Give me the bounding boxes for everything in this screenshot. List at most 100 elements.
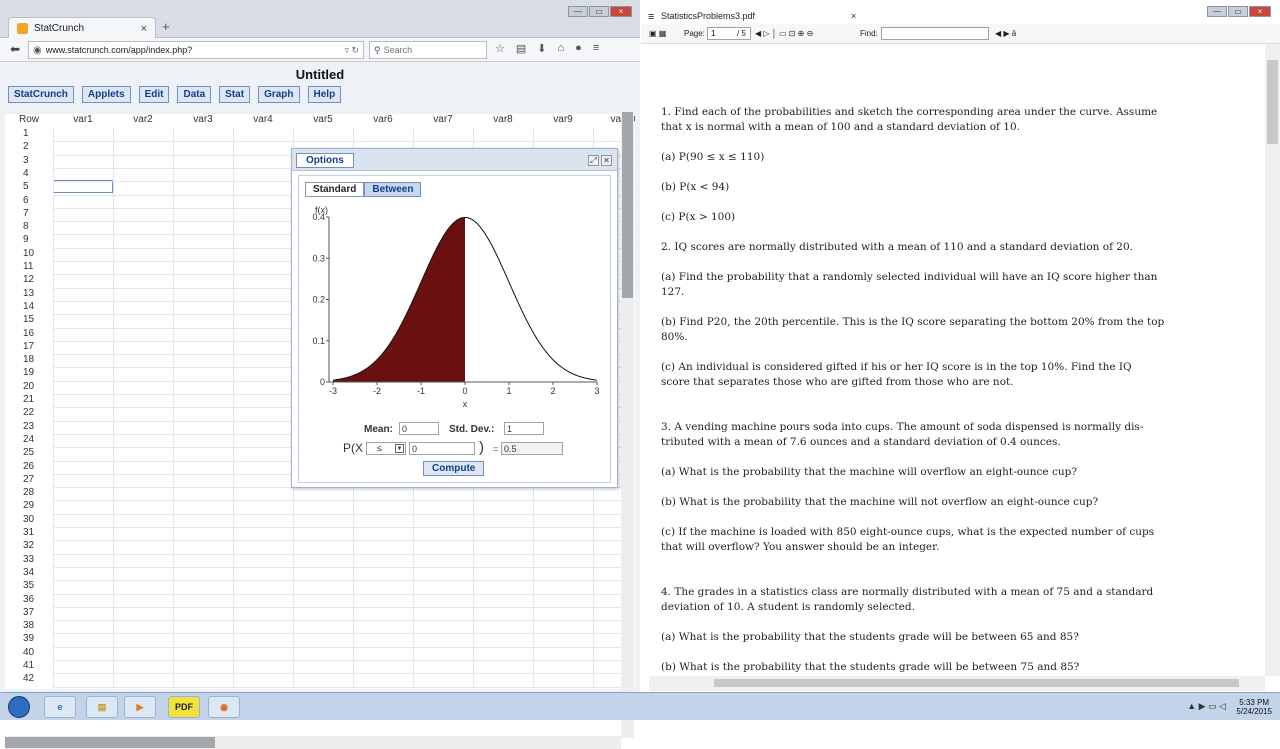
firefox-icon[interactable]: ◉ [208,696,240,718]
expand-icon[interactable]: ⤢ [588,155,599,166]
search-input[interactable] [383,45,474,55]
y-axis-label: f(x) [315,205,328,215]
reading-list-icon[interactable]: ▤ [516,42,526,55]
x-axis-label: x [463,399,468,409]
statcrunch-favicon-icon [17,23,28,34]
pdf-text-line: (b) Find P20, the 20th percentile. This … [661,316,1165,328]
menu-icon[interactable]: ≡ [593,42,599,55]
grid-row-line [53,527,635,528]
column-header[interactable]: var1 [53,114,113,128]
row-number: 14 [23,300,35,312]
column-header[interactable]: var9 [533,114,593,128]
bookmark-star-icon[interactable]: ☆ [495,42,505,55]
std-dev-input[interactable] [504,422,544,435]
row-number: 17 [23,340,35,352]
pdf-close-window-icon[interactable]: × [1249,6,1271,17]
dropdown-arrow-icon[interactable]: ▼ [395,444,404,453]
pdf-text-line: 4. The grades in a statistics class are … [661,586,1154,598]
row-number: 6 [23,194,29,206]
menu-graph[interactable]: Graph [258,86,300,103]
home-icon[interactable]: ⌂ [558,42,565,55]
dialog-titlebar[interactable]: Options ⤢ ✕ [292,149,617,171]
pdf-vertical-scrollbar[interactable] [1265,44,1280,676]
mean-input[interactable] [399,422,439,435]
x-tick-label: 1 [506,386,511,396]
pdf-tab-title[interactable]: StatisticsProblems3.pdf [661,11,755,21]
column-header[interactable]: var6 [353,114,413,128]
row-number: 35 [23,580,35,592]
row-number: 32 [23,540,35,552]
pdf-minimize-icon[interactable]: — [1207,6,1227,17]
pdf-maximize-icon[interactable]: ▭ [1228,6,1248,17]
column-header[interactable]: var8 [473,114,533,128]
internet-explorer-icon[interactable]: e [44,696,76,718]
close-dialog-icon[interactable]: ✕ [601,155,612,166]
page-nav-icon[interactable]: ◀ ▷ │ ▭ ⊡ ⊕ ⊖ [755,29,813,38]
dialog-title[interactable]: Options [296,153,354,168]
reload-icon[interactable]: ▿ ↻ [344,45,359,56]
column-header[interactable]: var4 [233,114,293,128]
row-number: 2 [23,141,29,153]
pdf-text-line: (c) An individual is considered gifted i… [661,361,1132,373]
column-header[interactable]: var3 [173,114,233,128]
pdf-text-line: 2. IQ scores are normally distributed wi… [661,241,1133,253]
grid-row-line [53,620,635,622]
pdf-reader-icon[interactable]: PDF [168,696,200,718]
grid-row-line [53,553,635,555]
menu-edit[interactable]: Edit [138,86,170,103]
new-tab-icon[interactable]: + [162,19,170,34]
column-header[interactable]: var7 [413,114,473,128]
y-tick-label: 0.1 [312,336,325,346]
app-menu-bar: StatCrunch Applets Edit Data Stat Graph … [8,86,342,103]
url-text: www.statcrunch.com/app/index.php? [45,45,193,55]
compute-button[interactable]: Compute [423,461,485,476]
menu-data[interactable]: Data [177,86,212,103]
menu-applets[interactable]: Applets [81,86,131,103]
search-icon: ⚲ [374,44,381,55]
maximize-icon[interactable]: ▭ [589,6,609,17]
row-number: 19 [23,367,35,379]
file-explorer-icon[interactable]: ▤ [86,696,118,718]
row-number: 12 [23,274,35,286]
search-box[interactable]: ⚲ [369,41,487,59]
find-input[interactable] [881,27,989,40]
hamburger-menu-icon[interactable]: ≡ [648,11,654,23]
find-arrows-icon[interactable]: ◀ ▶ ā [995,29,1016,38]
toolbar-icons: ☆ ▤ ⬇ ⌂ ● ≡ [495,42,599,55]
start-button[interactable] [8,696,30,718]
menu-statcrunch[interactable]: StatCrunch [8,86,74,103]
media-player-icon[interactable]: ▶ [124,696,156,718]
browser-tab[interactable]: StatCrunch × [8,17,156,39]
close-window-icon[interactable]: × [610,6,632,17]
menu-help[interactable]: Help [307,86,342,103]
row-number: 28 [23,487,35,499]
inequality-value: ≤ [377,443,382,453]
row-number: 21 [23,394,35,405]
inequality-select[interactable]: ≤ ▼ [366,442,406,455]
tab-between[interactable]: Between [364,182,422,197]
close-paren: ) [479,439,484,456]
address-bar[interactable]: ◉ www.statcrunch.com/app/index.php? ▿ ↻ [28,41,364,59]
minimize-icon[interactable]: — [568,6,588,17]
tab-title: StatCrunch [34,23,85,34]
column-header[interactable]: var5 [293,114,353,128]
tab-standard[interactable]: Standard [305,182,365,197]
menu-stat[interactable]: Stat [219,86,251,103]
grid-horizontal-scrollbar[interactable] [5,736,621,749]
column-header[interactable]: var2 [113,114,173,128]
print-icon[interactable]: ▣ ▦ [649,29,666,38]
row-number: 7 [23,207,29,219]
close-tab-icon[interactable]: × [141,23,147,35]
close-pdf-tab-icon[interactable]: × [851,11,856,21]
pdf-text-line: 80%. [661,331,688,343]
chat-icon[interactable]: ● [575,42,582,55]
x-value-input[interactable] [409,442,475,455]
system-tray: ▲ ▶ ▭ ◁ [1187,701,1226,711]
row-number: 18 [23,354,35,366]
download-icon[interactable]: ⬇ [537,42,546,55]
pdf-horizontal-scrollbar[interactable] [649,676,1265,691]
x-tick-label: -1 [417,386,425,396]
grid-vertical-scrollbar[interactable] [621,112,634,738]
row-number: 20 [23,380,35,392]
back-arrow-icon[interactable]: ⬅ [10,42,20,56]
